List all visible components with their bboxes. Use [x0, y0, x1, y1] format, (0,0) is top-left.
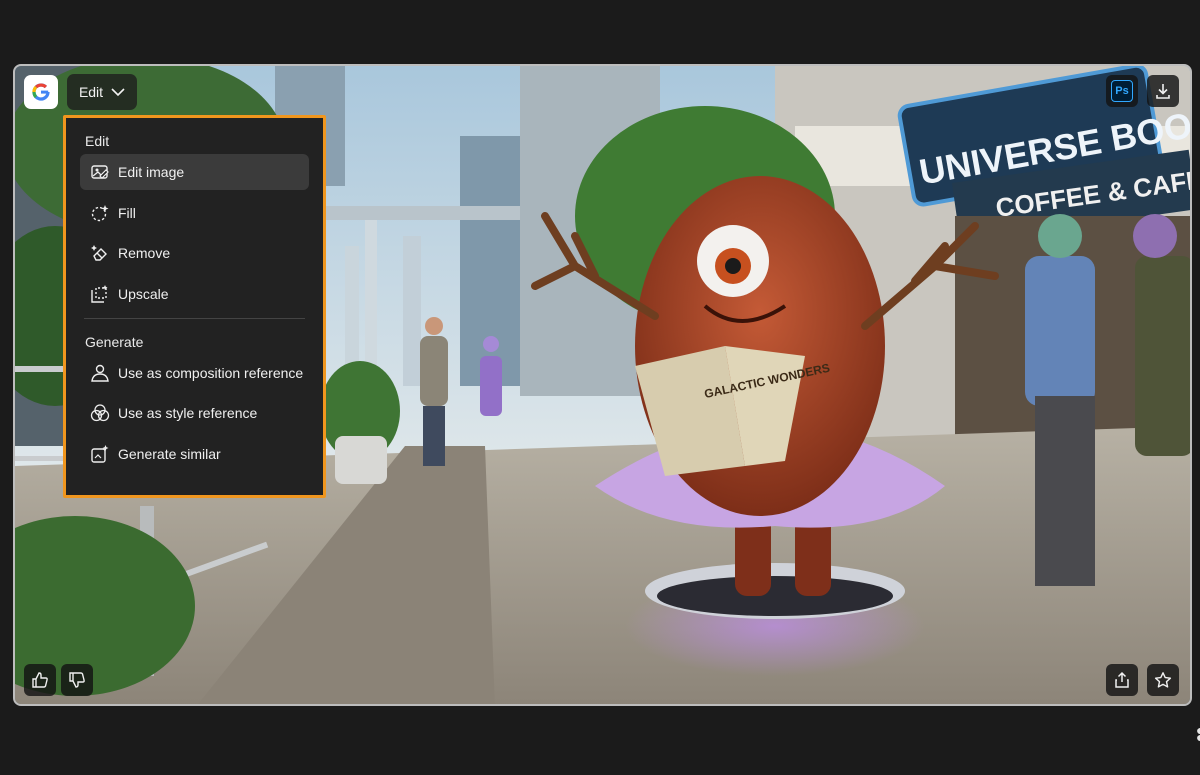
more-options-icon[interactable]: ●● — [1196, 723, 1200, 744]
edit-dropdown-label: Edit — [78, 84, 104, 100]
share-icon — [1115, 671, 1129, 688]
menu-item-label: Remove — [118, 245, 171, 261]
upscale-icon — [91, 284, 108, 303]
menu-item-label: Upscale — [118, 285, 169, 302]
menu-item-composition-reference[interactable]: Use as composition reference — [80, 355, 309, 391]
edit-dropdown-button[interactable]: Edit — [67, 74, 137, 110]
thumbs-up-button[interactable] — [24, 664, 56, 696]
thumbs-down-button[interactable] — [61, 664, 93, 696]
edit-image-icon — [91, 165, 109, 179]
google-logo-button[interactable] — [24, 75, 58, 109]
fill-icon — [91, 204, 109, 221]
share-button[interactable] — [1106, 664, 1138, 696]
composition-reference-icon — [91, 364, 109, 382]
download-button[interactable] — [1147, 75, 1179, 107]
download-icon — [1156, 84, 1170, 99]
remove-icon — [91, 245, 107, 261]
menu-item-label: Use as composition reference — [118, 364, 304, 381]
google-logo-icon — [32, 83, 50, 101]
menu-item-style-reference[interactable]: Use as style reference — [80, 395, 309, 431]
chevron-down-icon — [111, 88, 125, 97]
star-icon — [1154, 672, 1172, 688]
menu-item-label: Fill — [118, 204, 136, 221]
menu-heading-generate: Generate — [85, 333, 144, 350]
menu-item-label: Use as style reference — [118, 405, 258, 421]
favorite-button[interactable] — [1147, 664, 1179, 696]
open-in-photoshop-button[interactable]: Ps — [1106, 75, 1138, 107]
menu-divider — [84, 317, 305, 319]
menu-item-fill[interactable]: Fill — [80, 195, 309, 231]
thumbs-down-icon — [69, 672, 85, 688]
menu-item-edit-image[interactable]: Edit image — [80, 154, 309, 190]
edit-menu: Edit Edit image Fill Remove Upscale Gene… — [63, 115, 326, 498]
menu-heading-edit: Edit — [85, 133, 110, 149]
menu-item-remove[interactable]: Remove — [80, 235, 309, 271]
menu-item-label: Generate similar — [118, 445, 221, 462]
menu-item-generate-similar[interactable]: Generate similar — [80, 436, 309, 472]
generate-similar-icon — [91, 444, 109, 463]
menu-item-label: Edit image — [118, 164, 185, 180]
menu-item-upscale[interactable]: Upscale — [80, 276, 309, 312]
photoshop-icon: Ps — [1111, 80, 1133, 102]
style-reference-icon — [90, 404, 110, 422]
photoshop-label: Ps — [1115, 85, 1129, 97]
thumbs-up-icon — [32, 672, 48, 688]
